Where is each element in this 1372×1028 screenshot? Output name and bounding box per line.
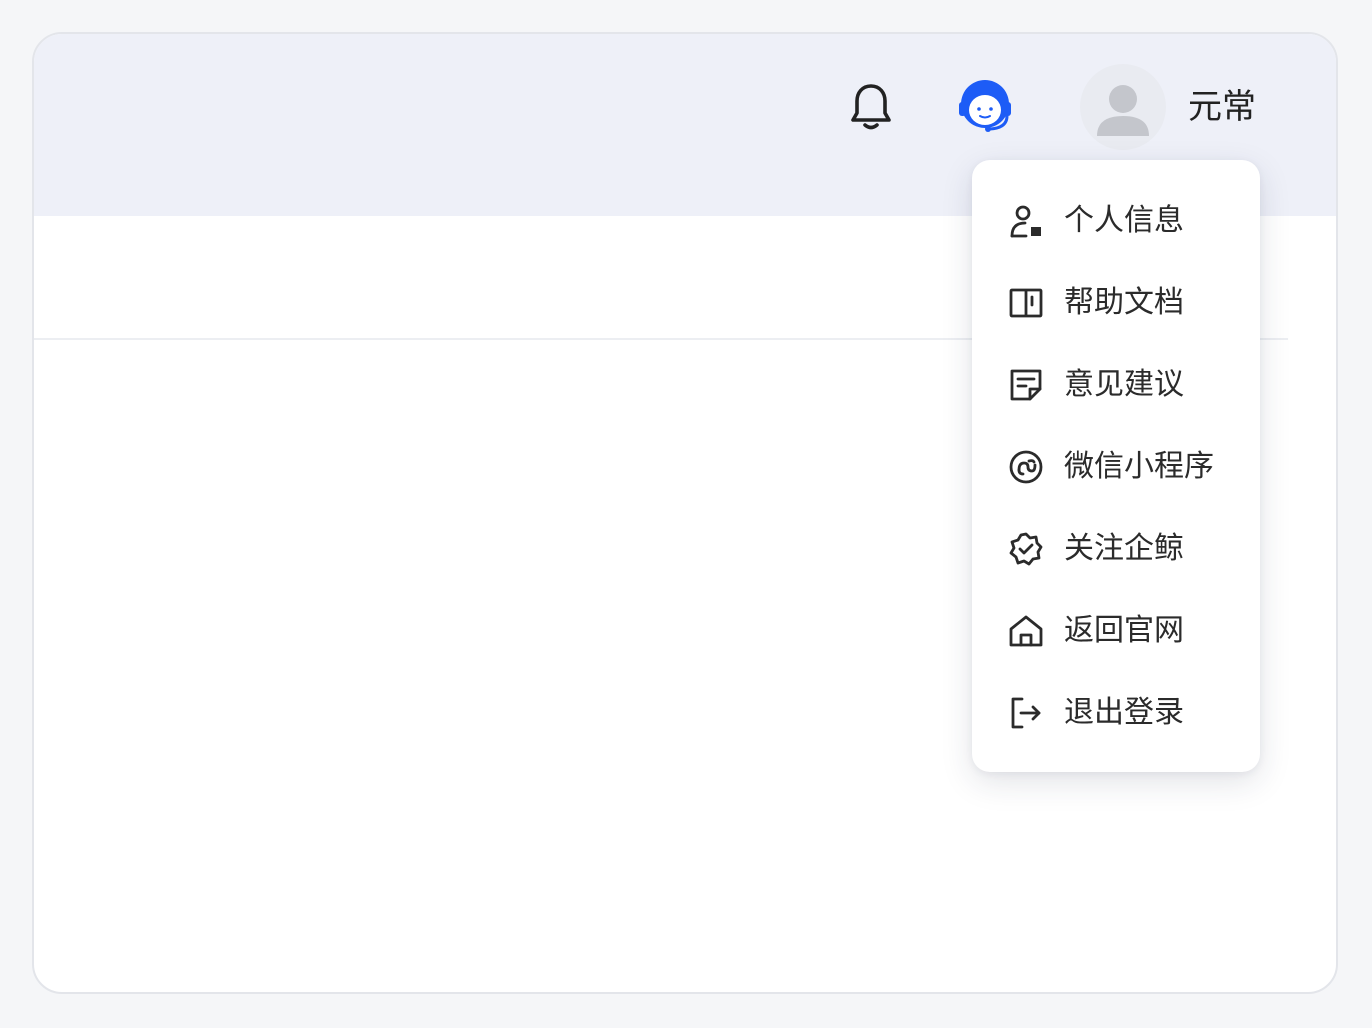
menu-item-follow[interactable]: 关注企鲸 [972, 514, 1260, 584]
menu-item-label: 个人信息 [1064, 203, 1184, 238]
logout-icon [1011, 697, 1041, 729]
badge-check-icon [1009, 532, 1043, 566]
user-profile-icon [1010, 205, 1041, 238]
username-label[interactable]: 元常 [1188, 82, 1256, 132]
menu-item-label: 微信小程序 [1064, 449, 1214, 484]
mini-program-icon [1009, 450, 1043, 484]
home-icon [1009, 615, 1043, 647]
bell-icon[interactable] [848, 80, 894, 134]
menu-item-label: 帮助文档 [1064, 285, 1184, 320]
menu-item-mini-program[interactable]: 微信小程序 [972, 432, 1260, 502]
menu-item-help-docs[interactable]: 帮助文档 [972, 268, 1260, 338]
menu-item-label: 返回官网 [1064, 613, 1184, 648]
user-dropdown-menu: 个人信息 帮助文档 意见建议 微信小程序 关注企鲸 返回官网 退出登录 [972, 160, 1260, 772]
menu-item-logout[interactable]: 退出登录 [972, 678, 1260, 748]
menu-item-label: 退出登录 [1064, 695, 1184, 730]
book-icon [1009, 288, 1043, 318]
menu-item-profile[interactable]: 个人信息 [972, 186, 1260, 256]
menu-item-official-site[interactable]: 返回官网 [972, 596, 1260, 666]
menu-item-feedback[interactable]: 意见建议 [972, 350, 1260, 420]
customer-service-icon[interactable] [954, 76, 1016, 138]
menu-item-label: 意见建议 [1064, 367, 1184, 402]
default-user-icon [1097, 85, 1149, 136]
menu-item-label: 关注企鲸 [1064, 531, 1184, 566]
app-window: 元常 个人信息 帮助文档 意见建议 微信小程序 关注企鲸 返回官网 退出登录 [32, 32, 1338, 994]
avatar[interactable] [1080, 64, 1166, 150]
feedback-icon [1010, 369, 1042, 401]
